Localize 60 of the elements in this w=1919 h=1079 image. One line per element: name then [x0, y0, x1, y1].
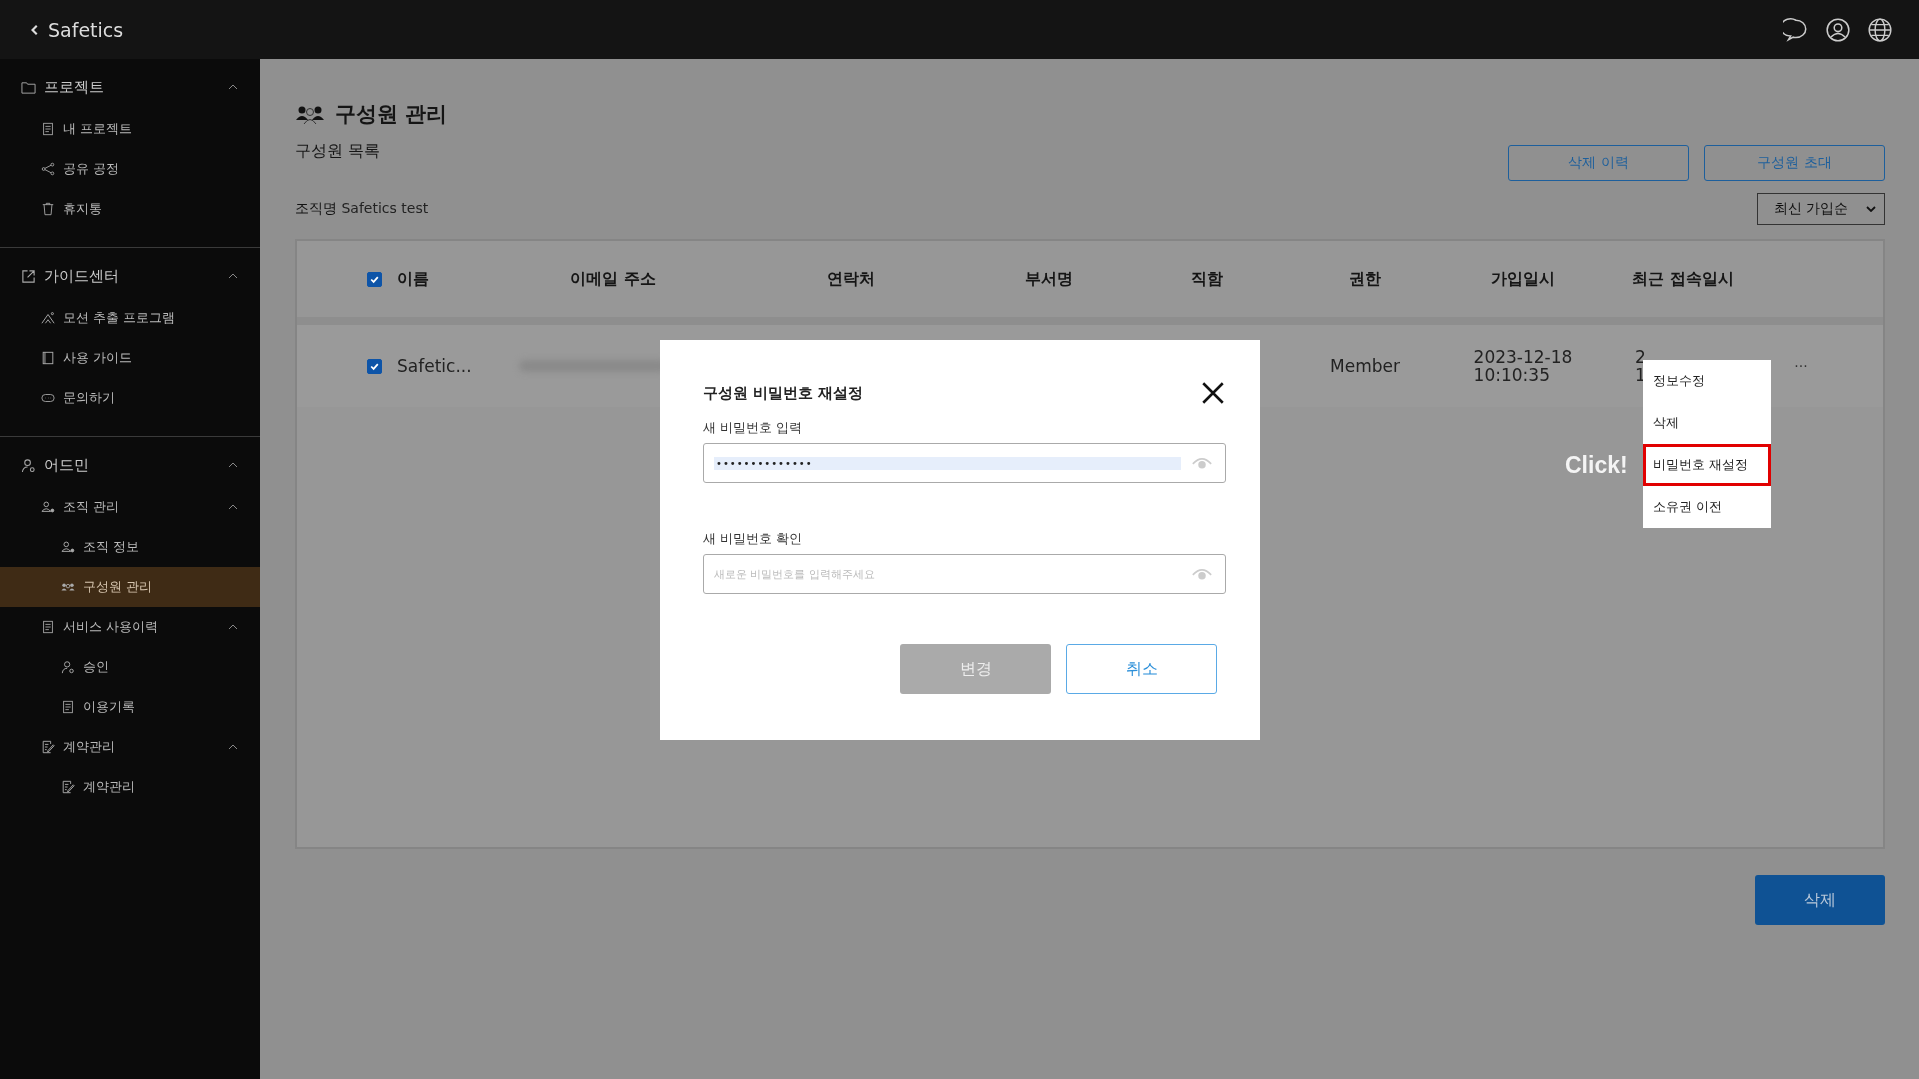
chevron-icon[interactable] — [228, 462, 238, 468]
menu-item[interactable]: 삭제 — [1643, 402, 1771, 444]
password-field[interactable]: •••••••••••••• — [703, 443, 1226, 483]
globe-icon[interactable] — [1867, 16, 1893, 43]
logo-text[interactable]: Safetics — [48, 18, 124, 41]
chevron-icon[interactable] — [228, 273, 238, 279]
chevron-icon[interactable] — [228, 84, 238, 90]
sidebar-item[interactable]: 공유 공정 — [0, 149, 260, 189]
field-label: 새 비밀번호 확인 — [703, 531, 803, 548]
table-cell: 2023-12-18 10:10:35 — [1473, 348, 1573, 384]
password-field[interactable]: 새로운 비밀번호를 입력해주세요 — [703, 554, 1226, 594]
column-header: 가입일시 — [1491, 268, 1555, 290]
column-header: 부서명 — [1025, 268, 1073, 290]
table-cell: Safetic... — [397, 356, 472, 376]
table-cell: Member — [1330, 356, 1400, 376]
dialog-title: 구성원 비밀번호 재설정 — [703, 383, 864, 403]
table-cell: 2 1 — [1635, 348, 1646, 384]
sidebar-section[interactable]: 어드민 — [44, 455, 220, 475]
chat-icon[interactable] — [1783, 16, 1809, 43]
sidebar-item[interactable]: 서비스 사용이력 — [0, 607, 260, 647]
sidebar-item[interactable]: 사용 가이드 — [0, 338, 260, 378]
sidebar-item[interactable]: 이용기록 — [0, 687, 260, 727]
sidebar-section[interactable]: 프로젝트 — [44, 77, 220, 97]
sidebar-item[interactable]: 승인 — [0, 647, 260, 687]
sidebar-item[interactable]: 계약관리 — [0, 727, 260, 767]
click-label: Click! — [1565, 452, 1628, 479]
checkbox[interactable] — [367, 271, 382, 287]
menu-item[interactable]: 소유권 이전 — [1643, 486, 1771, 528]
sidebar-item[interactable]: 문의하기 — [0, 378, 260, 418]
sidebar-item[interactable]: 조직 정보 — [0, 527, 260, 567]
more-button[interactable]: ··· — [1794, 358, 1808, 374]
chevron-icon[interactable] — [228, 624, 238, 630]
column-header: 권한 — [1349, 268, 1381, 290]
cancel-button[interactable]: 취소 — [1066, 644, 1217, 694]
page-title: 구성원 관리 — [335, 101, 448, 128]
sidebar-item[interactable]: 내 프로젝트 — [0, 109, 260, 149]
sidebar-item[interactable]: 모션 추출 프로그램 — [0, 298, 260, 338]
checkbox[interactable] — [367, 358, 382, 374]
sidebar-item[interactable]: 조직 관리 — [0, 487, 260, 527]
sort-dropdown[interactable]: 최신 가입순 — [1757, 193, 1885, 225]
column-header: 직함 — [1191, 268, 1223, 290]
sidebar-section[interactable]: 가이드센터 — [44, 266, 220, 286]
menu-item[interactable]: 비밀번호 재설정 — [1643, 444, 1771, 486]
chevron-icon[interactable] — [228, 744, 238, 750]
column-header: 최근 접속일시 — [1632, 268, 1734, 290]
section-title: 구성원 목록 — [295, 141, 381, 162]
menu-item[interactable]: 정보수정 — [1643, 360, 1771, 402]
sidebar-item[interactable]: 계약관리 — [0, 767, 260, 807]
close-icon[interactable] — [1200, 380, 1226, 406]
field-label: 새 비밀번호 입력 — [703, 420, 803, 437]
column-header: 이메일 주소 — [570, 268, 656, 290]
delete-button[interactable]: 삭제 — [1755, 875, 1885, 925]
account-icon[interactable] — [1825, 16, 1851, 43]
sidebar-item[interactable]: 휴지통 — [0, 189, 260, 229]
sidebar-item[interactable]: 구성원 관리 — [0, 567, 260, 607]
column-header: 연락처 — [827, 268, 875, 290]
column-header: 이름 — [397, 268, 429, 290]
caret-icon — [1866, 206, 1876, 212]
organization-name: 조직명 Safetics test — [295, 200, 429, 218]
chevron-icon[interactable] — [228, 504, 238, 510]
